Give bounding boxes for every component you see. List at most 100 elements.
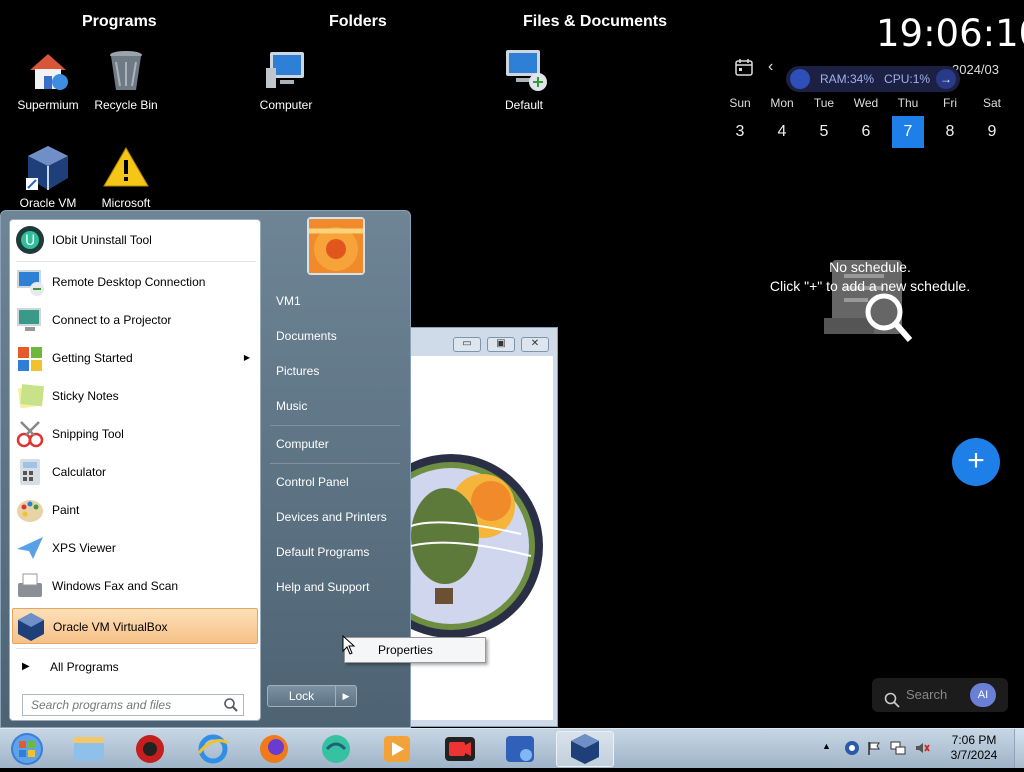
calendar-day[interactable]: 5 (808, 116, 840, 148)
start-right-vm1[interactable]: VM1 (276, 286, 301, 316)
balloon-illustration-icon (359, 454, 543, 638)
add-schedule-button[interactable]: + (952, 438, 1000, 486)
desktop-icon-computer[interactable]: Computer (246, 46, 326, 112)
calendar-day[interactable]: 8 (934, 116, 966, 148)
virtualbox-icon[interactable] (556, 731, 614, 767)
shutdown-options-arrow-icon[interactable]: ▶ (335, 686, 356, 706)
desktop-icon-default[interactable]: Default (484, 46, 564, 112)
desktop-icon-microsoft[interactable]: Microsoft (86, 144, 166, 210)
program-item-paint[interactable]: Paint (12, 492, 258, 528)
paint-palette-icon (15, 495, 45, 525)
start-right-default-programs[interactable]: Default Programs (276, 537, 369, 567)
start-right-devices-printers[interactable]: Devices and Printers (276, 502, 387, 532)
calendar-day-selected[interactable]: 7 (892, 116, 924, 148)
prev-month-chevron-icon[interactable]: ‹ (768, 58, 773, 76)
program-label: Getting Started (52, 351, 133, 365)
start-right-music[interactable]: Music (276, 391, 307, 421)
calculator-icon (15, 457, 45, 487)
fax-icon (15, 571, 45, 601)
computer-icon (262, 46, 310, 94)
taskbar-date: 3/7/2024 (950, 748, 998, 762)
lock-button[interactable]: Lock (268, 686, 335, 706)
ram-cpu-monitor[interactable]: RAM:34% CPU:1% → (786, 66, 960, 92)
taskbar-clock[interactable]: 7:06 PM 3/7/2024 (936, 733, 1012, 763)
tray-app-icon[interactable] (844, 740, 860, 756)
divider (270, 425, 400, 426)
cpu-usage: CPU:1% (884, 72, 931, 86)
close-button[interactable]: ✕ (521, 337, 549, 352)
start-right-computer[interactable]: Computer (276, 429, 329, 459)
maximize-button[interactable]: ▣ (487, 337, 515, 352)
start-orb-icon[interactable] (2, 731, 52, 767)
calendar-day[interactable]: 9 (976, 116, 1008, 148)
calendar-day[interactable]: 6 (850, 116, 882, 148)
search-icon (223, 697, 239, 713)
mouse-cursor-icon (342, 634, 356, 655)
show-hidden-icons-chevron-icon[interactable]: ▲ (822, 741, 831, 751)
program-item-calculator[interactable]: Calculator (12, 454, 258, 490)
desktop-icon-oracle-vm[interactable]: Oracle VM (8, 144, 88, 210)
program-item-fax-scan[interactable]: Windows Fax and Scan (12, 568, 258, 604)
recycle-bin-icon (102, 46, 150, 94)
calendar-icon[interactable] (735, 58, 753, 76)
explorer-icon[interactable] (62, 731, 116, 767)
start-right-control-panel[interactable]: Control Panel (276, 467, 349, 497)
widget-search[interactable]: Search AI (872, 678, 1008, 712)
program-label: Connect to a Projector (52, 313, 172, 327)
arrow-right-icon[interactable]: → (936, 69, 956, 89)
triangle-right-icon: ▶ (22, 661, 30, 672)
program-label: Windows Fax and Scan (52, 579, 179, 593)
lock-button-group: Lock ▶ (267, 685, 357, 707)
program-item-xps-viewer[interactable]: XPS Viewer (12, 530, 258, 566)
media-player-icon[interactable] (370, 731, 424, 767)
recorder-icon[interactable] (433, 731, 487, 767)
program-item-iobit[interactable]: U IObit Uninstall Tool (12, 222, 258, 258)
network-icon[interactable] (890, 740, 906, 756)
program-label: Sticky Notes (52, 389, 119, 403)
start-menu-programs-pane: U IObit Uninstall Tool Remote Desktop Co… (9, 219, 261, 721)
rocket-icon (790, 69, 810, 89)
weekday-label: Thu (897, 96, 919, 110)
program-label: Snipping Tool (52, 427, 124, 441)
window-content (359, 356, 553, 720)
start-right-pictures[interactable]: Pictures (276, 356, 319, 386)
program-item-sticky-notes[interactable]: Sticky Notes (12, 378, 258, 414)
desktop-icon-recycle-bin[interactable]: Recycle Bin (86, 46, 166, 112)
program-item-virtualbox[interactable]: Oracle VM VirtualBox (12, 608, 258, 644)
projector-icon (15, 305, 45, 335)
program-label: Calculator (52, 465, 107, 479)
divider (270, 463, 400, 464)
background-window[interactable]: ▭ ▣ ✕ (359, 327, 558, 727)
program-item-projector[interactable]: Connect to a Projector (12, 302, 258, 338)
widget-search-placeholder: Search (906, 687, 948, 702)
all-programs-button[interactable]: ▶ All Programs (12, 652, 258, 682)
program-item-getting-started[interactable]: Getting Started ▶ (12, 340, 258, 376)
flag-icon[interactable] (866, 740, 882, 756)
schedule-empty-state: No schedule. Click "+" to add a new sche… (760, 258, 980, 296)
start-search-input[interactable]: Search programs and files (22, 694, 244, 716)
calendar-day[interactable]: 4 (766, 116, 798, 148)
start-right-help-support[interactable]: Help and Support (276, 572, 369, 602)
remote-icon[interactable] (494, 731, 548, 767)
weekday-label: Sun (729, 96, 751, 110)
weekday-label: Wed (853, 96, 879, 110)
network-computer-icon (500, 46, 548, 94)
start-right-documents[interactable]: Documents (276, 321, 337, 351)
ai-assistant-icon[interactable]: AI (970, 683, 996, 707)
calendar-day[interactable]: 3 (724, 116, 756, 148)
desktop-icon-supermium[interactable]: Supermium (8, 46, 88, 112)
add-schedule-hint: Click "+" to add a new schedule. (769, 278, 971, 294)
weekday-label: Mon (770, 96, 794, 110)
program-item-snipping-tool[interactable]: Snipping Tool (12, 416, 258, 452)
ie-icon[interactable] (186, 731, 240, 767)
volume-muted-icon[interactable] (914, 740, 930, 756)
show-desktop-button[interactable] (1014, 729, 1024, 768)
desktop: Programs Folders Files & Documents Super… (0, 0, 1024, 728)
firefox-icon[interactable] (247, 731, 301, 767)
minimize-button[interactable]: ▭ (453, 337, 481, 352)
program-item-remote-desktop[interactable]: Remote Desktop Connection (12, 264, 258, 300)
context-menu-properties[interactable]: Properties (378, 638, 485, 662)
chat-icon[interactable] (309, 731, 363, 767)
iobit-icon[interactable] (123, 731, 177, 767)
user-avatar[interactable] (307, 217, 365, 275)
